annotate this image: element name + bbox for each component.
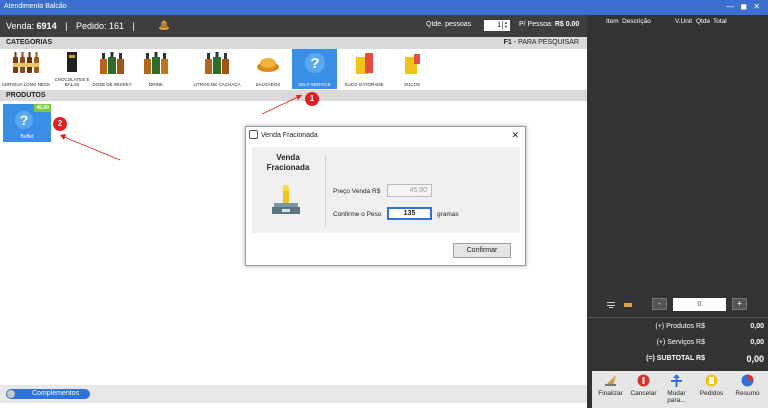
venda-label: Venda: (6, 21, 35, 31)
preco-venda-label: Preço Venda R$ (333, 188, 381, 195)
complementos-label: Complementos (32, 390, 80, 397)
sale-info: Venda: 6914 | Pedido: 161 | (6, 21, 135, 31)
gatorade-icon (356, 53, 373, 74)
complementos-toggle[interactable]: Complementos (6, 389, 90, 399)
svg-text:?: ? (20, 112, 29, 128)
svg-text:?: ? (310, 55, 319, 72)
sale-info-bar: Venda: 6914 | Pedido: 161 | Qtde. pessoa… (0, 15, 587, 37)
col-vunit: V.Unit (675, 18, 693, 25)
increment-button[interactable]: + (732, 298, 747, 310)
category-drink[interactable]: DRINK (136, 49, 176, 89)
peso-input[interactable]: 135 (387, 207, 432, 220)
question-icon: ? (15, 111, 33, 129)
annotation-1: 1 (305, 92, 319, 106)
venda-number: 6914 (36, 21, 57, 31)
product-label: Buffet (20, 134, 34, 140)
dialog-title: Venda Fracionada (261, 132, 318, 139)
decrement-button[interactable]: - (652, 298, 667, 310)
orders-icon (705, 374, 718, 387)
subtotal-row: (=) SUBTOTAL R$ 0,00 (646, 354, 764, 364)
snack-icon (257, 58, 279, 72)
categories-title: CATEGORIAS (6, 39, 53, 46)
order-items-list[interactable] (587, 27, 768, 292)
por-pessoa: P/ Pessoa: R$ 0.00 (519, 21, 580, 28)
confirm-button[interactable]: Confirmar (453, 243, 511, 258)
products-header: PRODUTOS (0, 90, 587, 101)
window-titlebar: Atendimento Balcão — ◼ ✕ (0, 0, 768, 15)
chocolate-icon (67, 52, 77, 72)
quantity-field[interactable]: 0 (673, 298, 726, 311)
order-panel: Item Descrição V.Unit Qtde Total - 0 + (… (587, 15, 768, 408)
checkout-icon (605, 375, 616, 386)
qtde-pessoas-input[interactable]: 1 ▲ ▼ (484, 20, 510, 31)
mudar-para-button[interactable]: Mudar para... (660, 371, 693, 408)
venda-fracionada-dialog: Venda Fracionada ✕ Venda Fracionada Preç… (245, 126, 526, 266)
summary-icon (741, 374, 754, 387)
tag-icon (624, 303, 632, 307)
dialog-titlebar: Venda Fracionada ✕ (246, 127, 525, 143)
category-cachaca[interactable]: LITROS DE CACHAÇA (192, 49, 242, 89)
col-total: Total (713, 18, 727, 25)
produtos-row: (+) Produtos R$ 0,00 (655, 323, 764, 330)
whisky-bottles-icon (100, 52, 124, 74)
dialog-body: Venda Fracionada Preço Venda R$ 45,00 Co… (252, 147, 520, 233)
col-qtde: Qtde (696, 18, 711, 25)
categories-strip: CERVEJA LONG NECK CHOCOLATES E BALAS DOS… (0, 49, 587, 89)
servicos-row: (+) Serviços R$ 0,00 (656, 339, 764, 346)
cachaca-bottles-icon (205, 52, 229, 74)
cancelar-button[interactable]: Cancelar (627, 371, 660, 408)
peso-unit: gramas (437, 211, 459, 218)
category-cerveja[interactable]: CERVEJA LONG NECK (0, 49, 52, 89)
category-dose-whisky[interactable]: DOSE DE WHISKY (92, 49, 132, 89)
app-icon (249, 130, 258, 139)
por-pessoa-value: R$ 0.00 (554, 21, 580, 28)
move-icon (671, 374, 682, 387)
close-icon[interactable]: ✕ (511, 130, 519, 141)
qtde-pessoas-label: Qtde. pessoas (426, 21, 472, 28)
dialog-heading: Venda Fracionada (266, 153, 310, 172)
window-controls[interactable]: — ◼ ✕ (726, 2, 762, 11)
category-sucos[interactable]: SUCOS (391, 49, 433, 89)
waiter-icon (159, 20, 169, 30)
action-bar: Finalizar Cancelar Mudar para... Pedidos… (592, 371, 768, 408)
product-buffet[interactable]: 45.00 ? Buffet (3, 104, 51, 142)
peso-label: Confirme o Peso (333, 211, 382, 218)
col-descricao: Descrição (622, 18, 651, 25)
beer-bottles-icon (13, 52, 39, 73)
bottom-bar: Complementos (0, 385, 587, 403)
annotation-2: 2 (53, 117, 67, 131)
finalizar-button[interactable]: Finalizar (594, 371, 627, 408)
price-badge: 45.00 (34, 104, 51, 112)
col-item: Item (606, 18, 619, 25)
quantity-row: - 0 + (587, 295, 768, 315)
barcode-icon (607, 302, 615, 308)
cancel-icon (637, 374, 650, 387)
pedido-label: Pedido: (75, 21, 107, 31)
search-hint: F1 - PARA PESQUISAR (503, 39, 579, 46)
pedido-number: 161 (109, 21, 125, 31)
order-columns: Item Descrição V.Unit Qtde Total (587, 15, 768, 27)
categories-header: CATEGORIAS F1 - PARA PESQUISAR (0, 37, 587, 49)
question-icon: ? (304, 53, 325, 73)
scale-icon (272, 185, 300, 214)
qtde-spinner-icon[interactable]: ▲ ▼ (502, 21, 509, 30)
toggle-knob (7, 390, 15, 398)
category-suco-gatorade[interactable]: SUCO GATORADE (341, 49, 387, 89)
resumo-button[interactable]: Resumo (729, 371, 766, 408)
preco-venda-field: 45,00 (387, 184, 432, 197)
category-self-service[interactable]: ? SELF-SERVICE (292, 49, 337, 89)
window-title: Atendimento Balcão (4, 3, 67, 10)
drink-bottles-icon (144, 52, 168, 74)
pedidos-button[interactable]: Pedidos (695, 371, 728, 408)
category-salgados[interactable]: SALGADOS (246, 49, 290, 89)
products-title: PRODUTOS (6, 92, 46, 99)
category-chocolates[interactable]: CHOCOLATES E BALAS (52, 49, 92, 89)
juice-icon (405, 54, 420, 74)
